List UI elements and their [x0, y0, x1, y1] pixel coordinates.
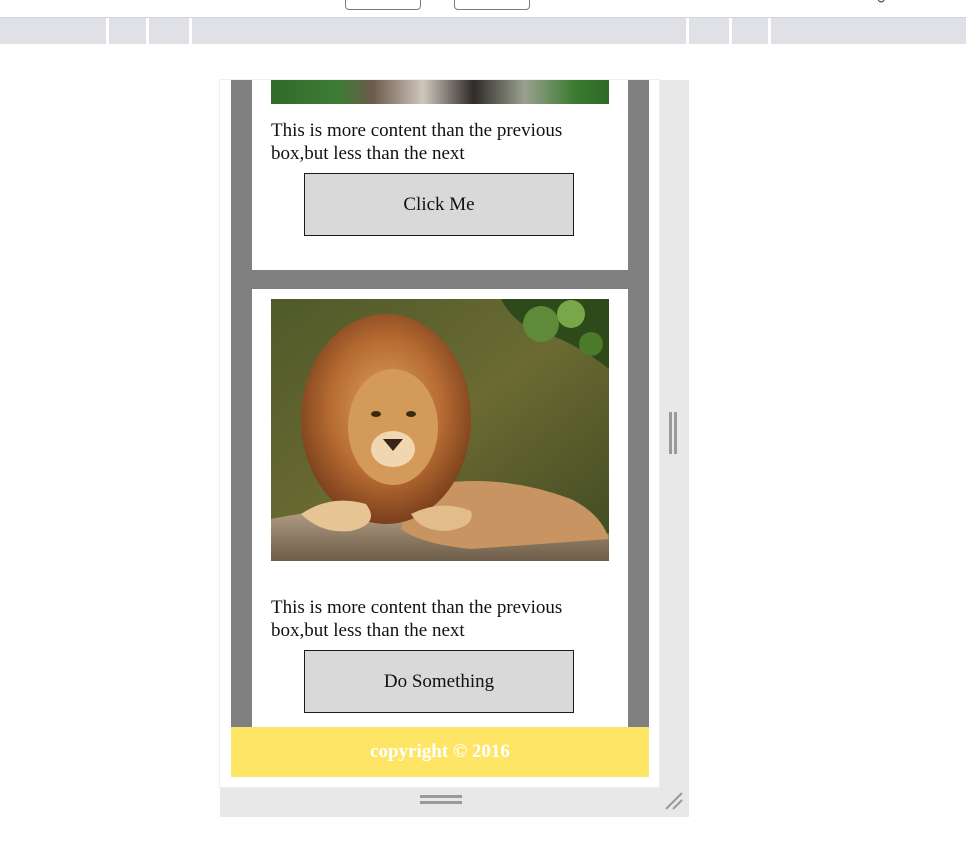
content-card: This is more content than the previous b… — [252, 80, 628, 270]
device-frame: This is more content than the previous b… — [220, 80, 689, 817]
ruler-divider — [729, 18, 732, 44]
ruler-divider — [146, 18, 149, 44]
click-me-button[interactable]: Click Me — [304, 173, 574, 236]
card-text: This is more content than the previous b… — [271, 597, 563, 641]
devtools-toolbar: ↻ — [0, 0, 966, 18]
do-something-button[interactable]: Do Something — [304, 650, 574, 713]
side-resize-handle-icon[interactable] — [669, 412, 677, 454]
lion-image — [271, 299, 609, 561]
corner-resize-handle-icon[interactable] — [664, 791, 684, 811]
rotate-icon[interactable]: ↻ — [876, 0, 886, 6]
page-viewport: This is more content than the previous b… — [220, 80, 659, 787]
ruler-divider — [106, 18, 109, 44]
ruler-divider — [768, 18, 771, 44]
ruler-divider — [686, 18, 689, 44]
card-text: This is more content than the previous b… — [271, 120, 563, 164]
media-query-ruler[interactable] — [0, 18, 966, 44]
bottom-resize-handle-icon[interactable] — [420, 795, 462, 805]
device-width-input[interactable] — [345, 0, 421, 10]
ruler-divider — [189, 18, 192, 44]
animal-image-partial — [271, 80, 609, 104]
content-column: This is more content than the previous b… — [231, 80, 649, 727]
device-height-input[interactable] — [454, 0, 530, 10]
page-footer: copyright © 2016 — [231, 727, 649, 777]
content-card: This is more content than the previous b… — [252, 289, 628, 727]
